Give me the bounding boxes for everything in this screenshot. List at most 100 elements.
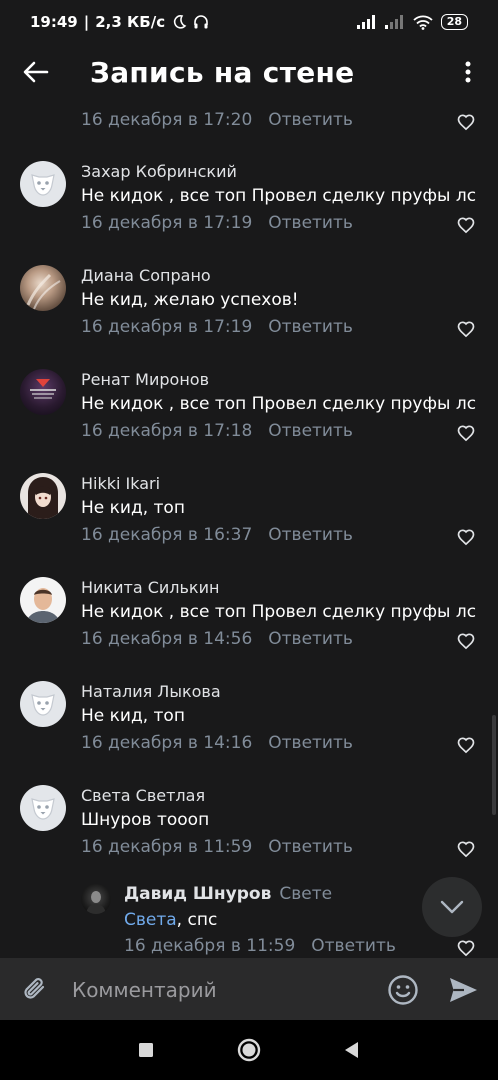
signal-secondary-icon <box>384 15 403 29</box>
nav-back-button[interactable] <box>338 1037 364 1063</box>
heart-outline-icon[interactable] <box>456 938 476 958</box>
reply-button[interactable]: Ответить <box>268 629 353 649</box>
avatar[interactable] <box>20 785 66 831</box>
heart-outline-icon[interactable] <box>456 839 476 859</box>
avatar[interactable] <box>20 161 66 207</box>
status-speed: 2,3 КБ/с <box>95 13 166 31</box>
send-icon[interactable] <box>446 973 480 1007</box>
comment-text: Не кидок , все топ Провел сделку пруфы л… <box>81 186 477 206</box>
comment-author[interactable]: Давид Шнуров <box>124 884 271 904</box>
comment-author[interactable]: Ренат Миронов <box>81 370 209 389</box>
comment-date: 16 декабря в 17:18 <box>81 421 253 441</box>
mention-link[interactable]: Света <box>124 910 177 930</box>
comment-date: 16 декабря в 11:59 <box>81 837 253 857</box>
comment-text-body: , спс <box>176 910 218 930</box>
comment-date: 16 декабря в 17:19 <box>81 317 253 337</box>
scroll-down-button[interactable] <box>422 877 482 937</box>
status-time: 19:49 <box>30 13 78 31</box>
scrollbar[interactable] <box>492 715 496 815</box>
default-avatar-dog-icon <box>31 798 55 820</box>
reply-button[interactable]: Ответить <box>268 837 353 857</box>
comment-author[interactable]: Hikki Ikari <box>81 474 160 493</box>
comment-meta: 16 декабря в 17:18 Ответить <box>81 421 353 441</box>
moon-icon <box>174 15 187 29</box>
heart-outline-icon[interactable] <box>456 112 476 132</box>
reply-button[interactable]: Ответить <box>268 525 353 545</box>
avatar-photo-icon <box>86 891 106 914</box>
default-avatar-dog-icon <box>31 694 55 716</box>
status-left: 19:49 | 2,3 КБ/с <box>30 13 209 31</box>
avatar[interactable] <box>20 473 66 519</box>
comment-meta: 16 декабря в 14:56 Ответить <box>81 629 353 649</box>
heart-outline-icon[interactable] <box>456 319 476 339</box>
avatar[interactable] <box>20 369 66 415</box>
comment-text: Шнуров тоооп <box>81 810 210 830</box>
comment-author-line: Давид Шнуров Свете <box>124 884 332 904</box>
more-vertical-icon <box>465 61 471 83</box>
comment-meta: 16 декабря в 16:37 Ответить <box>81 525 353 545</box>
comment-date: 16 декабря в 11:59 <box>124 936 296 956</box>
avatar-photo-icon <box>26 273 61 310</box>
back-button[interactable] <box>0 44 72 100</box>
comments-feed[interactable]: 16 декабря в 17:20 Ответить Захар Кобрин… <box>0 100 498 958</box>
heart-outline-icon[interactable] <box>456 423 476 443</box>
avatar[interactable] <box>20 681 66 727</box>
comment-author[interactable]: Наталия Лыкова <box>81 682 221 701</box>
triangle-back-icon <box>345 1042 358 1058</box>
comment-meta: 16 декабря в 17:19 Ответить <box>81 213 353 233</box>
comment-date: 16 декабря в 14:56 <box>81 629 253 649</box>
nav-recents-button[interactable] <box>133 1037 159 1063</box>
smile-icon[interactable] <box>386 973 420 1007</box>
heart-outline-icon[interactable] <box>456 215 476 235</box>
nav-home-button[interactable] <box>236 1037 262 1063</box>
comment-text: Не кид, желаю успехов! <box>81 290 299 310</box>
comment-author[interactable]: Света Светлая <box>81 786 205 805</box>
comment-author[interactable]: Никита Силькин <box>81 578 219 597</box>
app-header: Запись на стене <box>0 44 498 100</box>
heart-outline-icon[interactable] <box>456 735 476 755</box>
comment-date: 16 декабря в 14:16 <box>81 733 253 753</box>
reply-button[interactable]: Ответить <box>268 213 353 233</box>
status-right: 28 <box>356 14 468 30</box>
headphones-icon <box>194 15 208 29</box>
comment-text: Не кид, топ <box>81 706 185 726</box>
comment-meta: 16 декабря в 11:59 Ответить <box>124 936 396 956</box>
reply-button[interactable]: Ответить <box>268 421 353 441</box>
signal-icon <box>356 15 375 29</box>
comment-meta: 16 декабря в 11:59 Ответить <box>81 837 353 857</box>
page-title: Запись на стене <box>90 55 355 89</box>
reply-button[interactable]: Ответить <box>268 110 353 130</box>
battery-indicator: 28 <box>440 14 468 30</box>
status-separator: | <box>83 13 90 31</box>
comment-text: Не кид, топ <box>81 498 185 518</box>
reply-button[interactable]: Ответить <box>268 733 353 753</box>
heart-outline-icon[interactable] <box>456 527 476 547</box>
comment-meta: 16 декабря в 14:16 Ответить <box>81 733 353 753</box>
more-menu-button[interactable] <box>454 58 482 86</box>
heart-outline-icon[interactable] <box>456 631 476 651</box>
attach-button[interactable] <box>18 972 52 1006</box>
system-nav-bar <box>0 1020 498 1080</box>
comment-date: 16 декабря в 17:19 <box>81 213 253 233</box>
avatar[interactable] <box>20 577 66 623</box>
comment-meta: 16 декабря в 17:19 Ответить <box>81 317 353 337</box>
comment-author[interactable]: Диана Сопрано <box>81 266 211 285</box>
square-icon <box>139 1043 153 1057</box>
comment-text: Не кидок , все топ Провел сделку пруфы л… <box>81 394 477 414</box>
reply-button[interactable]: Ответить <box>268 317 353 337</box>
avatar-photo-icon <box>28 477 58 519</box>
chevron-down-icon <box>440 900 464 914</box>
arrow-left-icon <box>23 61 49 83</box>
reply-button[interactable]: Ответить <box>311 936 396 956</box>
status-bar: 19:49 | 2,3 КБ/с 28 <box>0 0 498 44</box>
paperclip-icon <box>24 978 45 999</box>
comment-text: Не кидок , все топ Провел сделку пруфы л… <box>81 602 477 622</box>
comment-composer <box>0 958 498 1020</box>
comment-author[interactable]: Захар Кобринский <box>81 162 237 181</box>
avatar[interactable] <box>20 265 66 311</box>
comment-input[interactable] <box>72 976 362 1004</box>
avatar-photo-icon <box>30 379 56 399</box>
reply-target[interactable]: Свете <box>279 884 332 904</box>
avatar-photo-icon <box>26 588 60 623</box>
avatar[interactable] <box>81 884 111 914</box>
